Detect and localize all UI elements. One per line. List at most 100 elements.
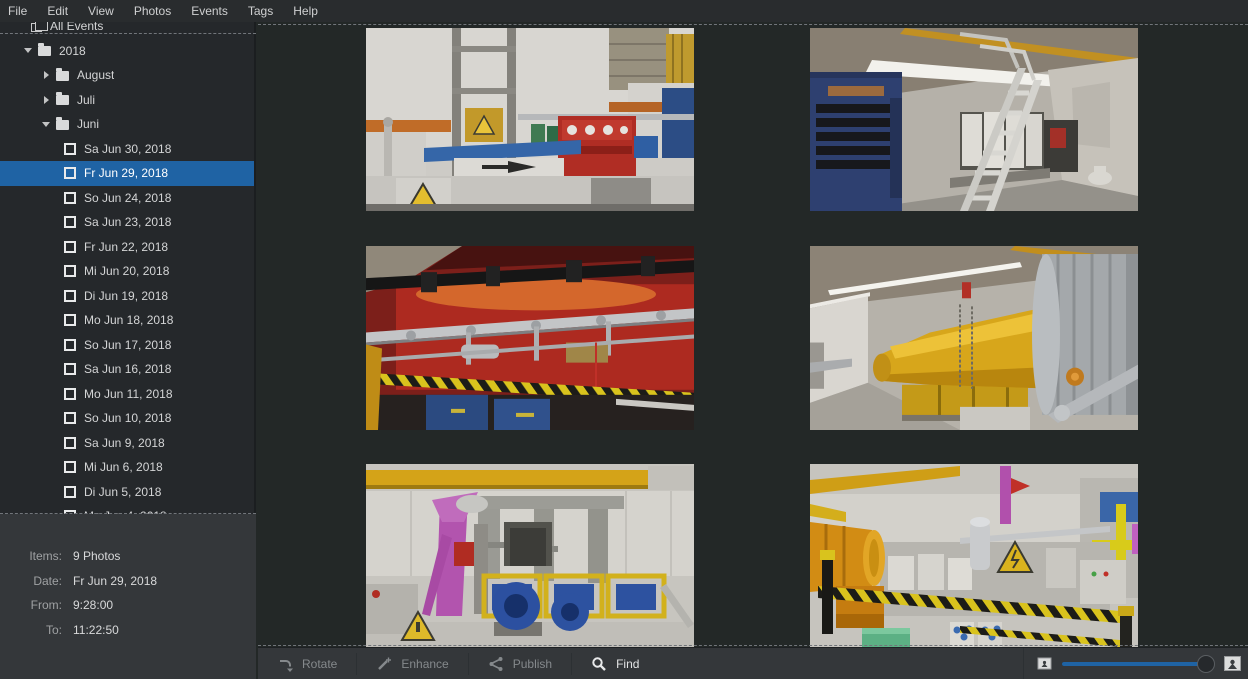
info-value: 11:22:50 xyxy=(73,618,119,643)
folder-icon xyxy=(38,46,51,56)
folder-icon xyxy=(56,120,69,130)
sidebar-item-event[interactable]: Sa Jun 30, 2018 xyxy=(0,137,256,162)
menu-events[interactable]: Events xyxy=(181,1,238,21)
sidebar-item-event[interactable]: So Jun 17, 2018 xyxy=(0,333,256,358)
sidebar-item-event[interactable]: Mi Jun 6, 2018 xyxy=(0,455,256,480)
sidebar-item-event[interactable]: Di Jun 5, 2018 xyxy=(0,480,256,505)
event-icon xyxy=(64,486,76,498)
photo-grid-focus-border xyxy=(258,645,1248,646)
sidebar-item-label: August xyxy=(77,68,114,82)
info-label: From: xyxy=(0,593,62,618)
slider-fill xyxy=(1062,662,1206,666)
event-icon xyxy=(64,339,76,351)
photo-4-image xyxy=(810,246,1138,430)
photo-3-image xyxy=(366,246,694,430)
sidebar-item-event[interactable]: So Jun 24, 2018 xyxy=(0,186,256,211)
sidebar-item-label: Juni xyxy=(77,117,99,131)
expander-open-icon[interactable] xyxy=(40,118,52,130)
photo-2-image xyxy=(810,28,1138,211)
sidebar-item-event[interactable]: Mi Jun 20, 2018 xyxy=(0,259,256,284)
photo-grid-focus-border xyxy=(258,24,1248,25)
expander-open-icon[interactable] xyxy=(22,45,34,57)
photo-thumbnail-2[interactable] xyxy=(810,28,1138,211)
sidebar-item-juli[interactable]: Juli xyxy=(0,88,256,113)
publish-icon xyxy=(488,656,504,672)
photo-thumbnail-6[interactable] xyxy=(810,464,1138,647)
sidebar-item-juni[interactable]: Juni xyxy=(0,112,256,137)
rotate-icon xyxy=(277,656,293,672)
small-photo-icon[interactable] xyxy=(1036,655,1053,672)
sidebar-item-event[interactable]: Fr Jun 22, 2018 xyxy=(0,235,256,260)
photo-grid xyxy=(258,0,1248,647)
photo-1-image xyxy=(366,28,694,211)
sidebar-item-event[interactable]: Mo Jun 11, 2018 xyxy=(0,382,256,407)
publish-button[interactable]: Publish xyxy=(469,648,571,679)
photo-thumbnail-1[interactable] xyxy=(366,28,694,211)
menu-help[interactable]: Help xyxy=(283,1,328,21)
photo-thumbnail-3[interactable] xyxy=(366,246,694,430)
sidebar-item-label: 2018 xyxy=(59,44,86,58)
sidebar-item-event-selected[interactable]: Fr Jun 29, 2018 xyxy=(0,161,256,186)
thumbnail-zoom-controls xyxy=(1023,648,1242,679)
event-info-panel: Items: 9 Photos Date: Fr Jun 29, 2018 Fr… xyxy=(0,514,256,679)
photo-5-image xyxy=(366,464,694,647)
event-icon xyxy=(64,216,76,228)
sidebar-item-event[interactable]: Sa Jun 16, 2018 xyxy=(0,357,256,382)
event-icon xyxy=(64,363,76,375)
sidebar: All Events 2018 August Juli Juni Sa Jun … xyxy=(0,0,256,514)
photo-thumbnail-4[interactable] xyxy=(810,246,1138,430)
sidebar-focus-border xyxy=(0,33,256,34)
all-events-icon xyxy=(31,23,42,32)
menu-file[interactable]: File xyxy=(8,1,37,21)
sidebar-item-event[interactable]: Sa Jun 9, 2018 xyxy=(0,431,256,456)
menu-edit[interactable]: Edit xyxy=(37,1,78,21)
enhance-icon xyxy=(376,656,392,672)
info-label: Items: xyxy=(0,544,62,569)
info-label: To: xyxy=(0,618,62,643)
rotate-button[interactable]: Rotate xyxy=(258,648,356,679)
sidebar-item-label: Juli xyxy=(77,93,95,107)
slider-handle[interactable] xyxy=(1197,655,1215,673)
menu-tags[interactable]: Tags xyxy=(238,1,283,21)
event-icon xyxy=(64,314,76,326)
photo-thumbnail-5[interactable] xyxy=(366,464,694,647)
event-icon xyxy=(64,437,76,449)
info-value: Fr Jun 29, 2018 xyxy=(73,569,157,594)
event-icon xyxy=(64,265,76,277)
info-label: Date: xyxy=(0,569,62,594)
find-button[interactable]: Find xyxy=(572,648,658,679)
info-value: 9 Photos xyxy=(73,544,120,569)
menu-view[interactable]: View xyxy=(78,1,124,21)
bottom-toolbar: Rotate Enhance Publish Find xyxy=(258,647,1248,679)
info-value: 9:28:00 xyxy=(73,593,113,618)
sidebar-item-august[interactable]: August xyxy=(0,63,256,88)
info-row-items: Items: 9 Photos xyxy=(0,544,256,569)
event-icon xyxy=(64,167,76,179)
event-icon xyxy=(64,143,76,155)
search-icon xyxy=(591,656,607,672)
sidebar-item-2018[interactable]: 2018 xyxy=(0,39,256,64)
menu-photos[interactable]: Photos xyxy=(124,1,181,21)
event-icon xyxy=(64,192,76,204)
enhance-button[interactable]: Enhance xyxy=(357,648,467,679)
info-row-to: To: 11:22:50 xyxy=(0,618,256,643)
sidebar-item-event[interactable]: Mo Jun 18, 2018 xyxy=(0,308,256,333)
photo-6-image xyxy=(810,464,1138,647)
sidebar-item-event[interactable]: Di Jun 19, 2018 xyxy=(0,284,256,309)
event-icon xyxy=(64,412,76,424)
event-icon xyxy=(64,290,76,302)
event-tree: All Events 2018 August Juli Juni Sa Jun … xyxy=(0,14,256,514)
event-icon xyxy=(64,461,76,473)
menu-bar: File Edit View Photos Events Tags Help xyxy=(0,0,1248,22)
expander-closed-icon[interactable] xyxy=(40,69,52,81)
info-row-date: Date: Fr Jun 29, 2018 xyxy=(0,569,256,594)
expander-closed-icon[interactable] xyxy=(40,94,52,106)
event-icon xyxy=(64,241,76,253)
folder-icon xyxy=(56,71,69,81)
thumbnail-size-slider[interactable] xyxy=(1062,655,1214,673)
info-row-from: From: 9:28:00 xyxy=(0,593,256,618)
large-photo-icon[interactable] xyxy=(1223,654,1242,673)
folder-icon xyxy=(56,95,69,105)
sidebar-item-event[interactable]: Sa Jun 23, 2018 xyxy=(0,210,256,235)
sidebar-item-event[interactable]: So Jun 10, 2018 xyxy=(0,406,256,431)
